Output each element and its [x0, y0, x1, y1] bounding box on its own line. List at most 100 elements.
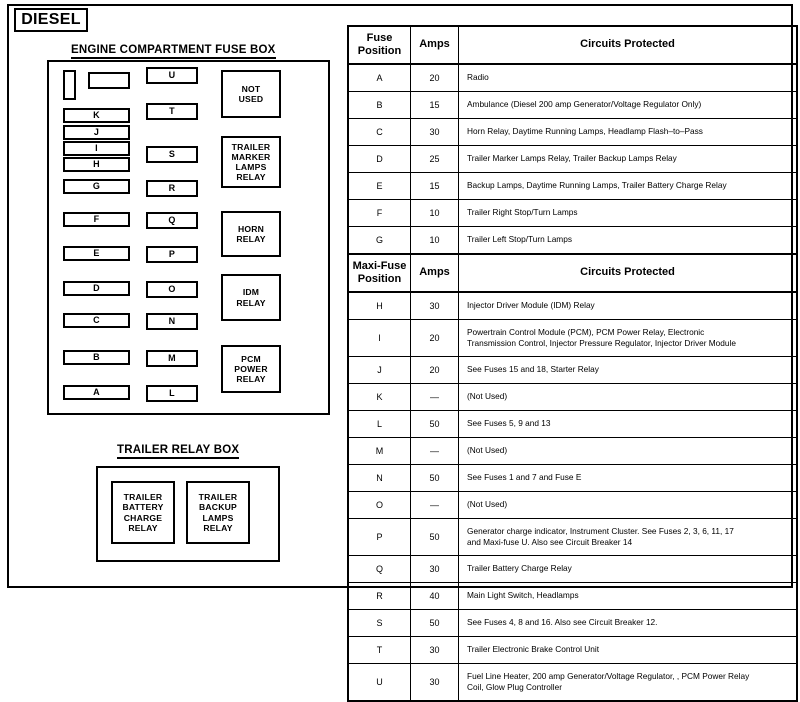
cell-fuse-position: S	[347, 609, 411, 637]
cell-amps: 30	[410, 636, 459, 664]
fuse-slot-o: O	[146, 281, 198, 298]
blank-fuse-slot-narrow	[63, 70, 76, 100]
table-row: H 30 Injector Driver Module (IDM) Relay	[347, 291, 798, 320]
diesel-label-badge: DIESEL	[14, 8, 88, 32]
cell-fuse-position: B	[347, 91, 411, 119]
trailer-battery-charge-relay: TRAILER BATTERY CHARGE RELAY	[111, 481, 175, 544]
fuse-slot-f: F	[63, 212, 130, 227]
cell-circuits-protected: See Fuses 15 and 18, Starter Relay	[458, 356, 798, 384]
trailer-backup-lamps-relay: TRAILER BACKUP LAMPS RELAY	[186, 481, 250, 544]
table-header-row: Fuse Position Amps Circuits Protected	[347, 25, 798, 65]
cell-fuse-position: F	[347, 199, 411, 227]
fuse-slot-i: I	[63, 141, 130, 156]
table-row: R 40 Main Light Switch, Headlamps	[347, 582, 798, 610]
cell-fuse-position: U	[347, 663, 411, 702]
cell-fuse-position: J	[347, 356, 411, 384]
cell-fuse-position: K	[347, 383, 411, 411]
header-amps: Amps	[410, 25, 459, 65]
table-row: K — (Not Used)	[347, 383, 798, 411]
cell-amps: 20	[410, 319, 459, 357]
cell-circuits-protected: Trailer Right Stop/Turn Lamps	[458, 199, 798, 227]
pcm-power-relay: PCM POWER RELAY	[221, 345, 281, 393]
cell-fuse-position: R	[347, 582, 411, 610]
cell-amps: 30	[410, 555, 459, 583]
table-row: G 10 Trailer Left Stop/Turn Lamps	[347, 226, 798, 255]
table-row: S 50 See Fuses 4, 8 and 16. Also see Circu…	[347, 609, 798, 637]
table-row: I 20 Powertrain Control Module (PCM), PCM …	[347, 319, 798, 357]
cell-amps: —	[410, 383, 459, 411]
section-header-circuits-protected: Circuits Protected	[458, 253, 798, 293]
table-row: U 30 Fuel Line Heater, 200 amp Generator/V…	[347, 663, 798, 702]
cell-fuse-position: M	[347, 437, 411, 465]
cell-amps: 15	[410, 172, 459, 200]
table-row: F 10 Trailer Right Stop/Turn Lamps	[347, 199, 798, 227]
cell-circuits-protected: Injector Driver Module (IDM) Relay	[458, 291, 798, 320]
cell-fuse-position: H	[347, 291, 411, 320]
cell-circuits-protected: Horn Relay, Daytime Running Lamps, Headl…	[458, 118, 798, 146]
cell-fuse-position: G	[347, 226, 411, 255]
fuse-slot-h: H	[63, 157, 130, 172]
cell-fuse-position: D	[347, 145, 411, 173]
cell-circuits-protected: (Not Used)	[458, 383, 798, 411]
cell-fuse-position: E	[347, 172, 411, 200]
fuse-slot-q: Q	[146, 212, 198, 229]
not-used-block: NOT USED	[221, 70, 281, 118]
cell-circuits-protected: See Fuses 4, 8 and 16. Also see Circuit …	[458, 609, 798, 637]
cell-fuse-position: Q	[347, 555, 411, 583]
table-row: J 20 See Fuses 15 and 18, Starter Relay	[347, 356, 798, 384]
cell-circuits-protected: Trailer Battery Charge Relay	[458, 555, 798, 583]
table-row: E 15 Backup Lamps, Daytime Running Lamps, …	[347, 172, 798, 200]
cell-circuits-protected: Fuel Line Heater, 200 amp Generator/Volt…	[458, 663, 798, 702]
trailer-marker-lamps-relay: TRAILER MARKER LAMPS RELAY	[221, 136, 281, 188]
cell-circuits-protected: See Fuses 1 and 7 and Fuse E	[458, 464, 798, 492]
fuse-slot-a: A	[63, 385, 130, 400]
cell-amps: 30	[410, 663, 459, 702]
cell-circuits-protected: Trailer Left Stop/Turn Lamps	[458, 226, 798, 255]
cell-amps: 50	[410, 609, 459, 637]
table-row: L 50 See Fuses 5, 9 and 13	[347, 410, 798, 438]
blank-fuse-slot-wide	[88, 72, 130, 89]
fuse-slot-n: N	[146, 313, 198, 330]
cell-amps: 10	[410, 226, 459, 255]
cell-amps: —	[410, 491, 459, 519]
section-header-amps: Amps	[410, 253, 459, 293]
cell-circuits-protected: (Not Used)	[458, 491, 798, 519]
fuse-slot-k: K	[63, 108, 130, 123]
table-row: N 50 See Fuses 1 and 7 and Fuse E	[347, 464, 798, 492]
cell-amps: 50	[410, 464, 459, 492]
cell-circuits-protected: Generator charge indicator, Instrument C…	[458, 518, 798, 556]
table-row: O — (Not Used)	[347, 491, 798, 519]
table-row: T 30 Trailer Electronic Brake Control Unit	[347, 636, 798, 664]
cell-amps: 25	[410, 145, 459, 173]
cell-amps: 30	[410, 118, 459, 146]
cell-amps: 50	[410, 410, 459, 438]
fuse-slot-g: G	[63, 179, 130, 194]
table-row: B 15 Ambulance (Diesel 200 amp Generator/V…	[347, 91, 798, 119]
cell-fuse-position: I	[347, 319, 411, 357]
fuse-slot-u: U	[146, 67, 198, 84]
table-head: Fuse Position Amps Circuits Protected	[347, 25, 798, 65]
table-row: M — (Not Used)	[347, 437, 798, 465]
cell-fuse-position: A	[347, 63, 411, 92]
fuse-slot-j: J	[63, 125, 130, 140]
fuse-slot-c: C	[63, 313, 130, 328]
fuse-slot-s: S	[146, 146, 198, 163]
table-row: D 25 Trailer Marker Lamps Relay, Trailer B…	[347, 145, 798, 173]
section-header-maxi-fuse-position: Maxi-Fuse Position	[347, 253, 411, 293]
fuse-slot-m: M	[146, 350, 198, 367]
cell-amps: 20	[410, 356, 459, 384]
cell-circuits-protected: Ambulance (Diesel 200 amp Generator/Volt…	[458, 91, 798, 119]
cell-circuits-protected: Radio	[458, 63, 798, 92]
header-circuits-protected: Circuits Protected	[458, 25, 798, 65]
trailer-relay-box-title: TRAILER RELAY BOX	[117, 444, 240, 459]
engine-compartment-fuse-box-title: ENGINE COMPARTMENT FUSE BOX	[71, 44, 276, 59]
cell-amps: 40	[410, 582, 459, 610]
table-body: A 20 Radio B 15 Ambulance (Diesel 200 amp Gen…	[347, 63, 798, 702]
cell-fuse-position: N	[347, 464, 411, 492]
idm-relay: IDM RELAY	[221, 274, 281, 321]
cell-fuse-position: T	[347, 636, 411, 664]
fuse-slot-b: B	[63, 350, 130, 365]
cell-amps: 20	[410, 63, 459, 92]
fuse-slot-l: L	[146, 385, 198, 402]
table-row: P 50 Generator charge indicator, Instrumen…	[347, 518, 798, 556]
